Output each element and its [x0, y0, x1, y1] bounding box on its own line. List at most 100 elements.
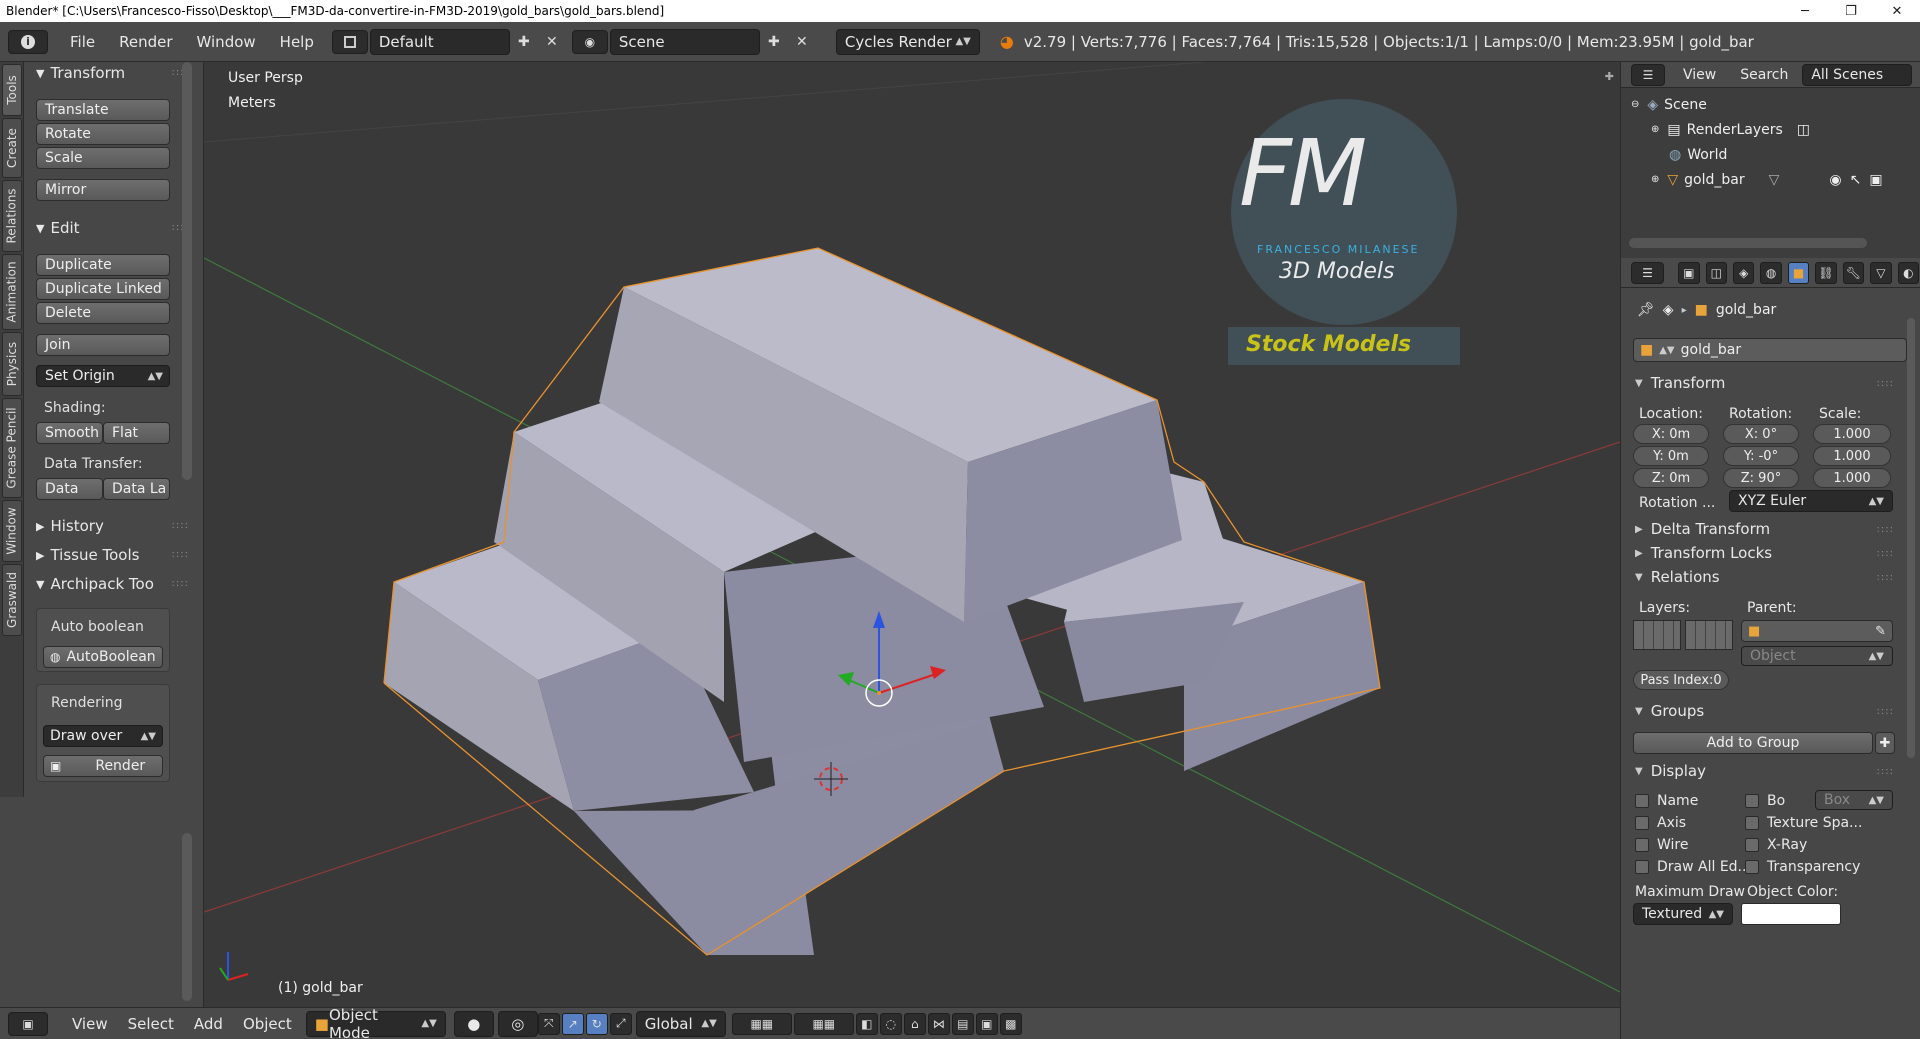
flat-shading-button[interactable]: Flat — [103, 422, 170, 444]
eye-icon[interactable]: ◉ — [1829, 172, 1841, 188]
outliner-menu-search[interactable]: Search — [1740, 67, 1788, 83]
maximize-button[interactable]: ❐ — [1828, 4, 1874, 19]
translate-button[interactable]: Translate — [36, 99, 170, 121]
tab-animation[interactable]: Animation — [2, 254, 22, 330]
name-checkbox[interactable] — [1635, 794, 1649, 808]
region-toggle-icon[interactable]: ✚ — [1605, 70, 1614, 83]
tab-create[interactable]: Create — [2, 118, 22, 178]
duplicate-linked-button[interactable]: Duplicate Linked — [36, 278, 170, 300]
data-transfer-button[interactable]: Data — [36, 478, 103, 500]
delete-scene-icon[interactable]: ✕ — [788, 29, 816, 55]
draw-over-select[interactable]: Draw over ▲▼ — [43, 725, 163, 747]
transform-panel-header[interactable]: ▼ Transform — [36, 62, 125, 84]
delete-screen-icon[interactable]: ✕ — [538, 29, 566, 55]
scene-tab-icon[interactable]: ◈ — [1732, 261, 1755, 284]
layers-grid-right[interactable] — [1685, 620, 1733, 650]
render-tab-icon[interactable]: ▣ — [1678, 261, 1700, 284]
maximum-draw-select[interactable]: Textured ▲▼ — [1633, 903, 1733, 925]
world-tab-icon[interactable]: ◍ — [1760, 261, 1782, 284]
minimize-button[interactable]: ─ — [1782, 4, 1828, 19]
relations-panel-header[interactable]: ▼ Relations — [1635, 568, 1720, 586]
pin-icon[interactable]: 📌︎ — [1637, 302, 1655, 318]
3d-viewport[interactable]: User Persp Meters FM FRANCESCO MILANESE … — [204, 62, 1620, 1007]
menu-add[interactable]: Add — [184, 1015, 233, 1033]
object-tab-icon[interactable]: ■ — [1787, 261, 1810, 284]
axis-checkbox[interactable] — [1635, 816, 1649, 830]
scene-icon[interactable]: ◉ — [571, 29, 608, 54]
pass-index-field[interactable]: Pass Index:0 — [1633, 670, 1729, 690]
panel-grip-icon[interactable]: :::: — [1877, 706, 1894, 717]
rotation-z-field[interactable]: Z: 90° — [1723, 468, 1799, 488]
tab-grease-pencil[interactable]: Grease Pencil — [2, 398, 22, 498]
object-name-entry[interactable]: ■ ▲▼ gold_bar — [1633, 338, 1907, 362]
menu-window[interactable]: Window — [185, 33, 268, 51]
scale-manipulator-icon[interactable]: ⤢ — [609, 1012, 632, 1035]
modifiers-tab-icon[interactable]: 🔧︎ — [1842, 261, 1865, 284]
tab-physics[interactable]: Physics — [2, 332, 22, 396]
tab-tools[interactable]: Tools — [2, 64, 22, 116]
menu-object[interactable]: Object — [233, 1015, 302, 1033]
wire-checkbox[interactable] — [1635, 838, 1649, 852]
transparency-checkbox[interactable] — [1745, 860, 1759, 874]
parent-field[interactable]: ■ ✎ — [1741, 620, 1893, 642]
cursor-icon[interactable]: ↖ — [1850, 172, 1862, 188]
outliner-item-gold-bar[interactable]: ⊕ ▽ gold_bar ▽ ◉ ↖ ▣ — [1621, 167, 1920, 192]
properties-scrollbar[interactable] — [1907, 318, 1915, 758]
history-panel-header[interactable]: ▶ History — [36, 515, 104, 537]
viewport-scene[interactable] — [204, 62, 1620, 1007]
editor-type-outliner-button[interactable]: ☰ — [1631, 63, 1665, 86]
duplicate-button[interactable]: Duplicate — [36, 254, 170, 276]
data-tab-icon[interactable]: ▽ — [1870, 261, 1892, 284]
add-to-group-button[interactable]: Add to Group — [1633, 732, 1873, 754]
orientation-select[interactable]: Global ▲▼ — [635, 1010, 726, 1037]
scale-z-field[interactable]: 1.000 — [1813, 468, 1891, 488]
tool-properties-scrollbar[interactable] — [182, 833, 192, 1001]
close-button[interactable]: ✕ — [1874, 4, 1920, 19]
viewport-shading-select[interactable]: ● — [453, 1010, 494, 1037]
scene-field[interactable]: Scene — [609, 28, 760, 55]
groups-panel-header[interactable]: ▼ Groups — [1635, 702, 1704, 720]
object-color-swatch[interactable] — [1741, 903, 1841, 925]
set-origin-select[interactable]: Set Origin ▲▼ — [36, 365, 170, 387]
camera-icon[interactable]: ▣ — [1869, 172, 1882, 188]
scale-y-field[interactable]: 1.000 — [1813, 446, 1891, 466]
tab-relations[interactable]: Relations — [2, 180, 22, 252]
panel-grip-icon[interactable]: :::: — [1877, 378, 1894, 389]
layers-tab-icon[interactable]: ◫ — [1705, 261, 1727, 284]
add-screen-icon[interactable]: ✚ — [510, 29, 538, 55]
layer-lock-icon[interactable]: ◧ — [855, 1012, 878, 1035]
panel-grip-icon[interactable]: :::: — [172, 520, 189, 531]
material-tab-icon[interactable]: ◐ — [1897, 261, 1920, 284]
screen-layout-icon[interactable] — [331, 29, 368, 54]
layers-grid-icon[interactable]: ▦▦ — [793, 1012, 854, 1035]
snap-icon[interactable]: ⌂ — [903, 1012, 926, 1035]
mirror-button[interactable]: Mirror — [36, 179, 170, 201]
outliner-item-renderlayers[interactable]: ⊕ ▤ RenderLayers ◫ — [1621, 117, 1920, 142]
panel-grip-icon[interactable]: :::: — [172, 549, 189, 560]
bounds-checkbox[interactable] — [1745, 794, 1759, 808]
tab-graswald[interactable]: Graswald — [2, 564, 22, 636]
outliner-menu-view[interactable]: View — [1683, 67, 1716, 83]
location-z-field[interactable]: Z: 0m — [1633, 468, 1709, 488]
menu-select[interactable]: Select — [118, 1015, 184, 1033]
x-ray-checkbox[interactable] — [1745, 838, 1759, 852]
outliner-item-scene[interactable]: ⊖ ◈ Scene — [1621, 92, 1920, 117]
editor-type-properties-button[interactable]: ☰ — [1631, 261, 1665, 284]
eyedropper-icon[interactable]: ✎ — [1875, 624, 1886, 639]
scale-button[interactable]: Scale — [36, 147, 170, 169]
layers-grid-icon[interactable]: ▦▦ — [731, 1012, 792, 1035]
outliner-scrollbar[interactable] — [1629, 238, 1867, 248]
render-anim-icon[interactable]: ▩ — [999, 1012, 1022, 1035]
menu-view[interactable]: View — [62, 1015, 118, 1033]
delta-transform-panel-header[interactable]: ▶ Delta Transform — [1635, 520, 1770, 538]
rotation-x-field[interactable]: X: 0° — [1723, 424, 1799, 444]
transform-locks-panel-header[interactable]: ▶ Transform Locks — [1635, 544, 1772, 562]
rotate-manipulator-icon[interactable]: ↻ — [585, 1012, 608, 1035]
screen-layout-field[interactable]: Default — [369, 28, 510, 55]
display-panel-header[interactable]: ▼ Display — [1635, 762, 1706, 780]
toolshelf-scrollbar[interactable] — [182, 62, 192, 480]
join-button[interactable]: Join — [36, 334, 170, 356]
panel-grip-icon[interactable]: :::: — [1877, 766, 1894, 777]
rotation-mode-select[interactable]: XYZ Euler ▲▼ — [1729, 490, 1893, 512]
menu-render[interactable]: Render — [107, 33, 184, 51]
